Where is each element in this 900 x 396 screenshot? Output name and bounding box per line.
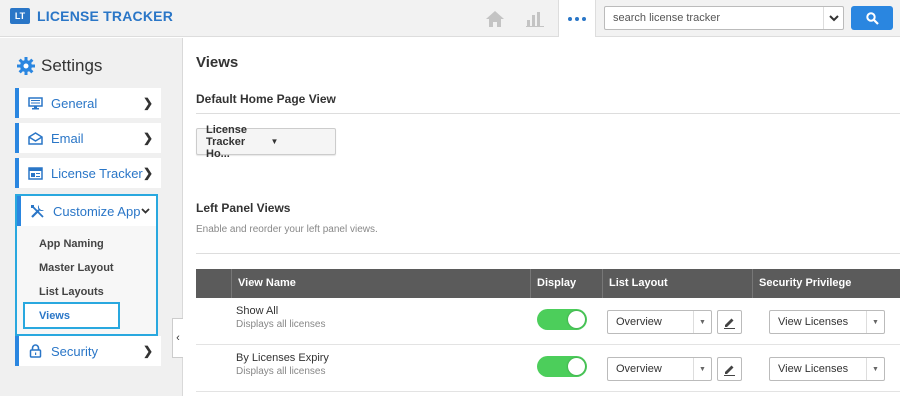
view-description: Displays all licenses — [236, 366, 326, 377]
edit-layout-button[interactable] — [717, 357, 742, 381]
search-button[interactable] — [851, 6, 893, 30]
views-table-header: View Name Display List Layout Security P… — [196, 269, 900, 298]
edit-layout-button[interactable] — [717, 310, 742, 334]
home-icon[interactable] — [480, 0, 510, 37]
sidebar-item-label: Security — [51, 343, 98, 359]
column-header-display: Display — [530, 269, 602, 298]
chevron-right-icon: ❯ — [142, 131, 153, 145]
submenu-item-label: Views — [39, 310, 70, 322]
gear-icon — [17, 57, 35, 75]
left-panel-views-heading: Left Panel Views — [196, 201, 291, 215]
envelope-icon — [27, 130, 43, 146]
security-privilege-select[interactable]: View Licenses ▼ — [769, 310, 885, 334]
sidebar-item-general[interactable]: General ❯ — [15, 88, 161, 118]
view-name: Show All — [236, 305, 279, 317]
select-value: Overview — [616, 363, 662, 375]
select-value: View Licenses — [778, 363, 849, 375]
caret-down-icon: ▼ — [270, 137, 279, 146]
chevron-down-icon — [828, 14, 839, 21]
submenu-item-views[interactable]: Views — [23, 302, 120, 329]
page-title: Views — [196, 54, 239, 71]
display-toggle[interactable] — [537, 309, 587, 330]
tools-icon — [29, 203, 45, 219]
sidebar-item-label: License Tracker — [51, 165, 143, 181]
caret-down-icon: ▼ — [866, 311, 884, 333]
left-panel-description: Enable and reorder your left panel views… — [196, 224, 378, 235]
list-layout-select[interactable]: Overview ▼ — [607, 357, 712, 381]
sidebar-collapse-toggle[interactable]: ‹ — [172, 318, 183, 358]
chevron-right-icon: ❯ — [142, 344, 153, 358]
view-description: Displays all licenses — [236, 319, 326, 330]
chart-icon[interactable] — [520, 0, 550, 37]
submenu-item-master-layout[interactable]: Master Layout — [39, 262, 114, 274]
sidebar-item-customize-app[interactable]: Customize App — [17, 196, 156, 226]
column-header-list-layout: List Layout — [602, 269, 752, 298]
chevron-down-icon — [141, 206, 150, 217]
window-icon — [27, 165, 43, 181]
customize-submenu: App Naming Master Layout List Layouts Vi… — [17, 226, 156, 334]
list-layout-select[interactable]: Overview ▼ — [607, 310, 712, 334]
table-row[interactable]: Show All Displays all licenses Overview … — [196, 298, 900, 345]
search-box — [604, 6, 844, 30]
security-privilege-select[interactable]: View Licenses ▼ — [769, 357, 885, 381]
divider — [196, 113, 900, 114]
sidebar-group-customize-app: Customize App App Naming Master Layout L… — [15, 194, 158, 336]
caret-down-icon: ▼ — [693, 311, 711, 333]
drag-column-header — [196, 269, 231, 298]
pencil-icon — [724, 365, 735, 376]
column-header-view-name: View Name — [231, 269, 530, 298]
logo-badge: LT — [10, 8, 30, 24]
table-row[interactable]: By Licenses Expiry Displays all licenses… — [196, 345, 900, 392]
search-icon — [865, 11, 879, 25]
monitor-icon — [27, 95, 43, 111]
display-toggle[interactable] — [537, 356, 587, 377]
select-value: Overview — [616, 316, 662, 328]
chevron-right-icon: ❯ — [142, 96, 153, 110]
sidebar-title: Settings — [17, 56, 102, 76]
sidebar-item-label: Customize App — [53, 203, 141, 219]
caret-down-icon: ▼ — [693, 358, 711, 380]
lock-icon — [27, 343, 43, 359]
pencil-icon — [724, 318, 735, 329]
default-home-view-select[interactable]: License Tracker Ho... ▼ — [196, 124, 336, 160]
more-icon[interactable] — [558, 0, 596, 37]
sidebar-item-security[interactable]: Security ❯ — [15, 336, 161, 366]
select-value: View Licenses — [778, 316, 849, 328]
sidebar-item-label: General — [51, 95, 98, 111]
chevron-right-icon: ❯ — [142, 166, 153, 180]
view-name: By Licenses Expiry — [236, 352, 329, 364]
app-title: LICENSE TRACKER — [37, 8, 174, 24]
select-value: License Tracker Ho... — [206, 123, 247, 160]
column-header-security-privilege: Security Privilege — [752, 269, 900, 298]
sidebar-item-email[interactable]: Email ❯ — [15, 123, 161, 153]
submenu-item-app-naming[interactable]: App Naming — [39, 238, 104, 250]
search-scope-dropdown[interactable] — [823, 7, 843, 29]
app-logo[interactable]: LT LICENSE TRACKER — [10, 8, 173, 24]
sidebar-item-license-tracker[interactable]: License Tracker ❯ — [15, 158, 161, 188]
search-input[interactable] — [605, 7, 823, 29]
caret-down-icon: ▼ — [866, 358, 884, 380]
sidebar-item-label: Email — [51, 130, 84, 146]
divider — [196, 253, 900, 254]
settings-sidebar: Settings General ❯ Email ❯ License Track… — [0, 38, 183, 396]
submenu-item-list-layouts[interactable]: List Layouts — [39, 286, 104, 298]
sidebar-title-label: Settings — [41, 56, 103, 75]
home-page-view-heading: Default Home Page View — [196, 92, 336, 106]
top-bar: LT LICENSE TRACKER — [0, 0, 900, 37]
